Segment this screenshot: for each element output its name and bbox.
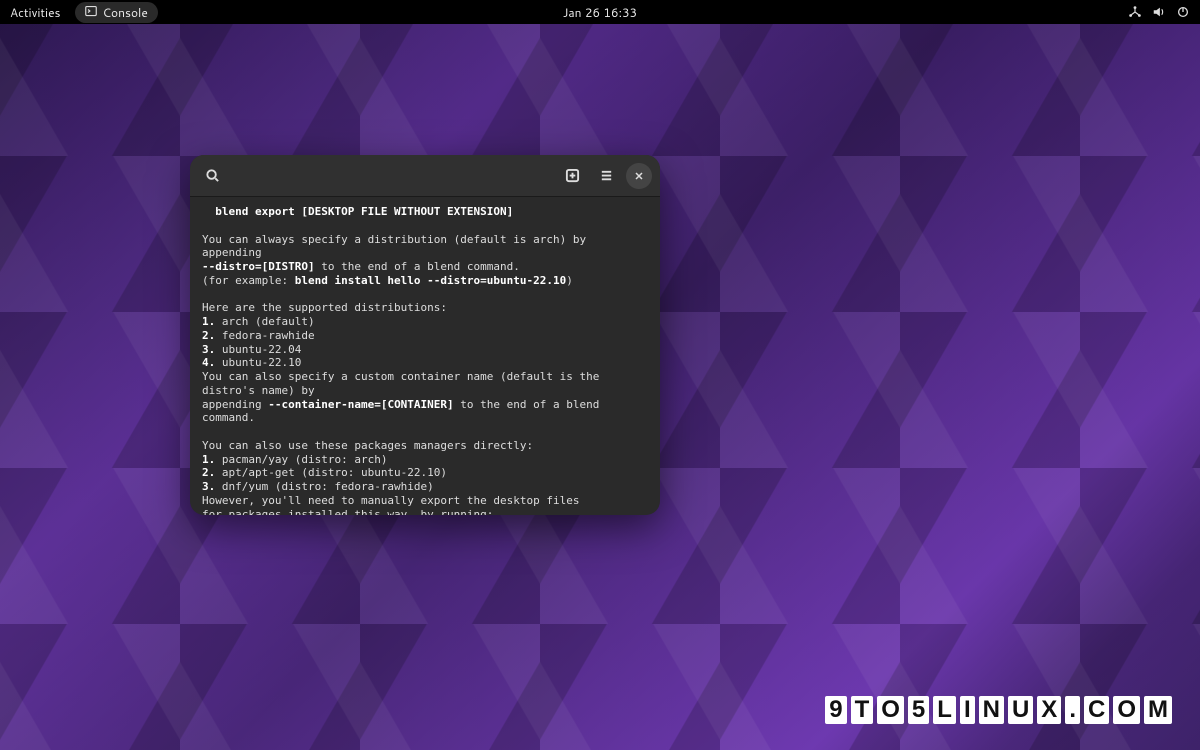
- console-window: blend export [DESKTOP FILE WITHOUT EXTEN…: [190, 155, 660, 515]
- text-line: blend export [DESKTOP FILE WITHOUT EXTEN…: [202, 205, 513, 218]
- text-bold: --container-name=[CONTAINER]: [268, 398, 453, 411]
- text-line: Here are the supported distributions:: [202, 301, 447, 314]
- close-window-button[interactable]: [626, 163, 652, 189]
- list-item: ubuntu-22.04: [215, 343, 301, 356]
- text-line: You can always specify a distribution (d…: [202, 233, 593, 260]
- watermark-char: O: [877, 696, 904, 724]
- activities-button[interactable]: Activities: [10, 4, 61, 21]
- gnome-top-bar: Activities Console Jan 26 16:33: [0, 0, 1200, 24]
- power-icon[interactable]: [1176, 5, 1190, 19]
- watermark-char: T: [851, 696, 874, 724]
- list-item: dnf/yum (distro: fedora-rawhide): [215, 480, 434, 493]
- list-num: 1.: [202, 453, 215, 466]
- watermark-char: L: [933, 696, 956, 724]
- list-item: apt/apt-get (distro: ubuntu-22.10): [215, 466, 447, 479]
- volume-icon[interactable]: [1152, 5, 1166, 19]
- text-line: (for example:: [202, 274, 295, 287]
- text-line: ): [566, 274, 573, 287]
- list-item: pacman/yay (distro: arch): [215, 453, 387, 466]
- watermark-char: N: [979, 696, 1004, 724]
- active-app-label: Console: [103, 4, 148, 21]
- text-bold: --distro=[DISTRO]: [202, 260, 315, 273]
- watermark-char: C: [1084, 696, 1109, 724]
- top-bar-left: Activities Console: [10, 2, 158, 23]
- terminal-output[interactable]: blend export [DESKTOP FILE WITHOUT EXTEN…: [190, 197, 660, 515]
- list-num: 3.: [202, 480, 215, 493]
- system-tray: [1128, 5, 1190, 19]
- watermark-char: 9: [825, 696, 846, 724]
- watermark-char: I: [960, 696, 975, 724]
- watermark-char: X: [1037, 696, 1061, 724]
- text-bold: blend install hello --distro=ubuntu-22.1…: [295, 274, 567, 287]
- text-line: to the end of a blend command.: [315, 260, 520, 273]
- watermark-char: U: [1008, 696, 1033, 724]
- list-num: 1.: [202, 315, 215, 328]
- active-app-pill[interactable]: Console: [75, 2, 158, 23]
- list-num: 4.: [202, 356, 215, 369]
- list-item: ubuntu-22.10: [215, 356, 301, 369]
- list-num: 2.: [202, 329, 215, 342]
- watermark: 9 T O 5 L I N U X . C O M: [825, 696, 1172, 724]
- list-num: 3.: [202, 343, 215, 356]
- watermark-char: O: [1113, 696, 1140, 724]
- text-line: appending: [202, 398, 268, 411]
- text-line: You can also use these packages managers…: [202, 439, 533, 452]
- text-line: You can also specify a custom container …: [202, 370, 606, 397]
- watermark-char: .: [1065, 696, 1080, 724]
- clock-button[interactable]: Jan 26 16:33: [563, 4, 637, 21]
- menu-button[interactable]: [592, 162, 620, 190]
- text-line: for packages installed this way, by runn…: [202, 508, 493, 516]
- window-header-bar: [190, 155, 660, 197]
- watermark-char: M: [1144, 696, 1172, 724]
- list-num: 2.: [202, 466, 215, 479]
- watermark-char: 5: [908, 696, 929, 724]
- new-tab-button[interactable]: [558, 162, 586, 190]
- list-item: arch (default): [215, 315, 314, 328]
- network-icon[interactable]: [1128, 5, 1142, 19]
- list-item: fedora-rawhide: [215, 329, 314, 342]
- search-button[interactable]: [198, 162, 226, 190]
- terminal-icon: [85, 4, 97, 21]
- text-line: However, you'll need to manually export …: [202, 494, 580, 507]
